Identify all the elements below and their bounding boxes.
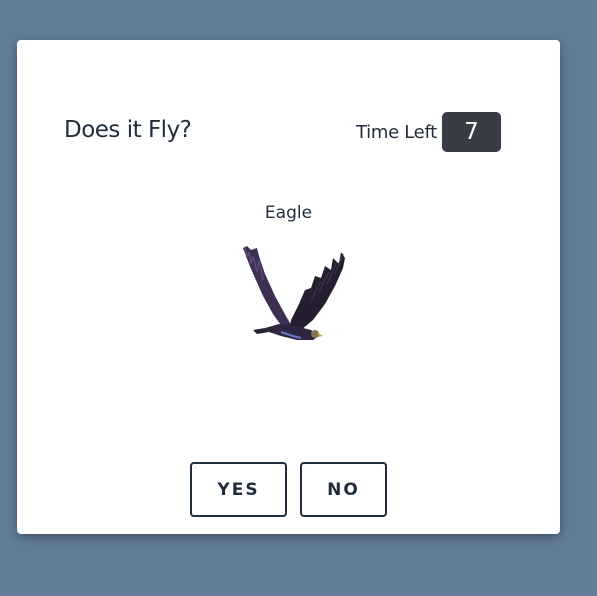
eagle-image <box>235 244 355 344</box>
timer-value: 7 <box>442 112 501 152</box>
game-card: Does it Fly? Time Left 7 Eagle YES NO <box>17 40 560 534</box>
no-button[interactable]: NO <box>300 462 387 517</box>
animal-name: Eagle <box>264 203 313 223</box>
timer-label: Time Left <box>356 122 437 143</box>
game-title: Does it Fly? <box>64 117 192 143</box>
yes-button[interactable]: YES <box>190 462 287 517</box>
